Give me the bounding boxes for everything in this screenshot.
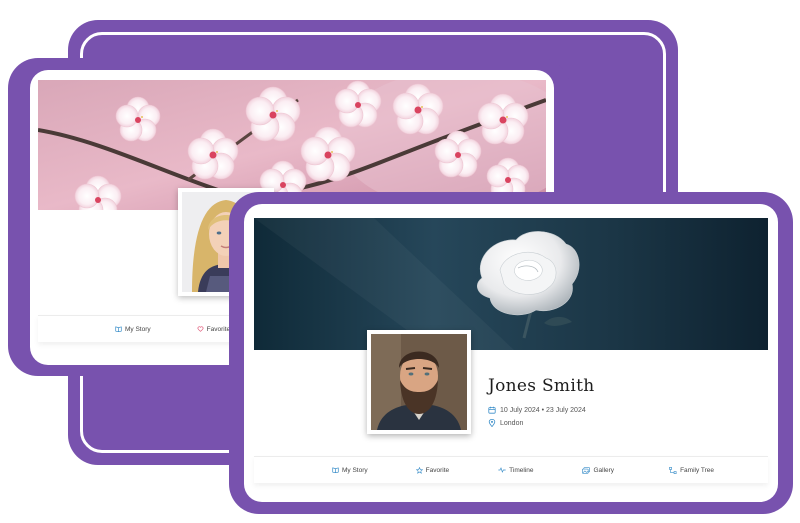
cover-image-cherry-blossom <box>38 80 546 210</box>
nav-label: Favorite <box>206 325 231 333</box>
tree-icon <box>669 466 677 474</box>
profile-dates: 10 July 2024 • 23 July 2024 <box>488 406 586 414</box>
profile-location-text: London <box>500 419 524 427</box>
nav-my-story[interactable]: My Story <box>332 467 368 474</box>
star-icon <box>415 466 423 474</box>
profile-dates-text: 10 July 2024 • 23 July 2024 <box>500 406 586 414</box>
nav-label: My Story <box>125 325 151 333</box>
pulse-icon <box>498 467 506 473</box>
nav-label: Favorite <box>425 466 450 474</box>
location-pin-icon <box>488 419 496 427</box>
nav-my-story[interactable]: My Story <box>115 326 151 333</box>
cover-image-white-rose <box>254 218 768 350</box>
profile-nav: My Story Favorite Timeline Gallery Famil… <box>254 456 768 483</box>
profile-card: Jones Smith 10 July 2024 • 23 July 2024 … <box>244 204 778 502</box>
portrait-bearded-man <box>367 330 471 434</box>
nav-gallery[interactable]: Gallery <box>582 467 614 474</box>
book-icon <box>115 326 122 332</box>
nav-family-tree[interactable]: Family Tree <box>669 467 714 474</box>
profile-name: Jones Smith <box>488 376 595 396</box>
nav-label: Timeline <box>509 466 534 474</box>
nav-label: Family Tree <box>680 466 715 474</box>
heart-icon <box>197 326 204 332</box>
nav-label: My Story <box>342 466 368 474</box>
nav-timeline[interactable]: Timeline <box>498 467 533 474</box>
images-icon <box>582 466 591 474</box>
book-icon <box>332 467 339 473</box>
nav-label: Gallery <box>593 466 615 474</box>
nav-favorite[interactable]: Favorite <box>415 466 450 474</box>
calendar-icon <box>488 406 496 414</box>
nav-favorite[interactable]: Favorite <box>197 326 230 333</box>
profile-location: London <box>488 419 523 427</box>
